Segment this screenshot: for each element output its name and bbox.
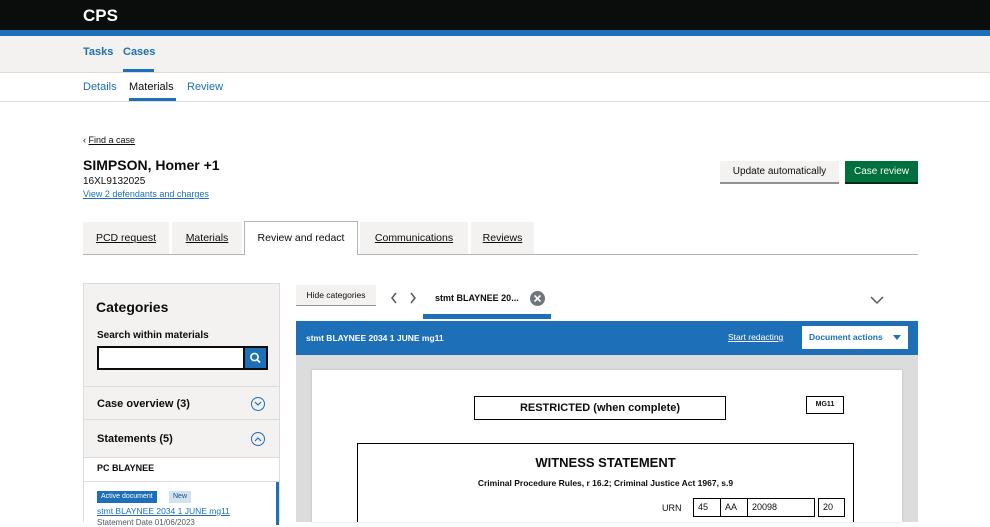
back-link[interactable]: ‹ Find a case [83, 135, 135, 145]
tab-communications[interactable]: Communications [360, 222, 468, 254]
statements-list: PC BLAYNEE Active document New stmt BLAY… [84, 457, 279, 527]
viewer-title: stmt BLAYNEE 2034 1 JUNE mg11 [306, 333, 444, 343]
case-urn: 16XL9132025 [83, 176, 146, 187]
search-label: Search within materials [97, 330, 209, 341]
chevron-down-icon[interactable] [869, 294, 885, 306]
nav-tasks[interactable]: Tasks [83, 46, 113, 58]
nav-active-indicator [123, 69, 154, 72]
category-statements[interactable]: Statements (5) [84, 419, 279, 457]
document-viewer: stmt BLAYNEE 2034 1 JUNE mg11 Start reda… [296, 321, 918, 522]
category-label: Case overview (3) [97, 398, 190, 410]
document-page: RESTRICTED (when complete) MG11 WITNESS … [312, 370, 902, 522]
group-heading: PC BLAYNEE [97, 463, 155, 473]
document-link[interactable]: stmt BLAYNEE 2034 1 JUNE mg11 [97, 506, 230, 516]
active-document-badge: Active document [97, 491, 157, 503]
chevron-left-icon[interactable] [389, 291, 399, 305]
categories-panel: Categories Search within materials Case … [83, 283, 280, 527]
statement-heading: WITNESS STATEMENT [535, 455, 676, 470]
search-input[interactable] [97, 346, 245, 370]
urn-cell: 20098 [747, 498, 815, 517]
header-bar: CPS [0, 0, 990, 30]
tab-pcd-request[interactable]: PCD request [83, 222, 169, 254]
document-actions-label: Document actions [809, 332, 883, 342]
chevron-down-icon[interactable] [251, 397, 265, 411]
update-automatically-button[interactable]: Update automatically [720, 161, 839, 184]
logo[interactable]: CPS [83, 6, 118, 26]
category-label: Statements (5) [97, 433, 173, 445]
restricted-label: RESTRICTED (when complete) [474, 396, 726, 420]
urn-cell: 20 [818, 498, 845, 517]
chevron-right-icon[interactable] [408, 291, 418, 305]
search-icon [250, 352, 261, 364]
urn-cell: 45 [693, 498, 721, 517]
hide-categories-button[interactable]: Hide categories [296, 285, 376, 306]
urn-cell: AA [720, 498, 748, 517]
urn-label: URN [662, 503, 682, 513]
case-tabs: PCD request Materials Review and redact … [83, 221, 918, 255]
tab-materials[interactable]: Materials [172, 222, 242, 254]
document-actions-button[interactable]: Document actions [802, 326, 908, 349]
primary-nav: Tasks Cases [0, 36, 990, 73]
start-redacting-link[interactable]: Start redacting [728, 332, 783, 342]
secondary-nav: Details Materials Review [0, 73, 990, 102]
selected-indicator [276, 482, 279, 525]
statement-subheading: Criminal Procedure Rules, r 16.2; Crimin… [477, 478, 734, 488]
tab-review-and-redact[interactable]: Review and redact [244, 221, 358, 255]
categories-title: Categories [96, 299, 169, 315]
nav-review[interactable]: Review [187, 81, 223, 93]
case-title: SIMPSON, Homer +1 [83, 157, 220, 173]
nav-materials[interactable]: Materials [129, 81, 174, 93]
close-icon[interactable] [530, 291, 545, 306]
defendants-link[interactable]: View 2 defendants and charges [83, 189, 209, 199]
document-tab[interactable]: stmt BLAYNEE 20... [423, 285, 551, 320]
nav-active-indicator [129, 98, 176, 101]
document-tab-indicator [423, 314, 551, 319]
viewer-header: stmt BLAYNEE 2034 1 JUNE mg11 Start reda… [296, 321, 918, 355]
witness-statement-box: WITNESS STATEMENT Criminal Procedure Rul… [357, 443, 854, 522]
document-tab-label: stmt BLAYNEE 20... [435, 293, 519, 303]
form-code: MG11 [806, 396, 844, 414]
document-meta: Statement Date 01/06/2023 [97, 518, 195, 527]
search-button[interactable] [245, 346, 268, 370]
new-badge: New [169, 491, 192, 503]
caret-down-icon [893, 335, 901, 340]
back-link-label: Find a case [88, 135, 136, 145]
case-review-button[interactable]: Case review [845, 161, 918, 184]
nav-cases[interactable]: Cases [123, 46, 155, 58]
chevron-up-icon[interactable] [251, 432, 265, 446]
list-item[interactable]: Active document New stmt BLAYNEE 2034 1 … [84, 481, 279, 527]
category-case-overview[interactable]: Case overview (3) [84, 386, 279, 419]
tab-reviews[interactable]: Reviews [471, 222, 534, 254]
nav-details[interactable]: Details [83, 81, 117, 93]
